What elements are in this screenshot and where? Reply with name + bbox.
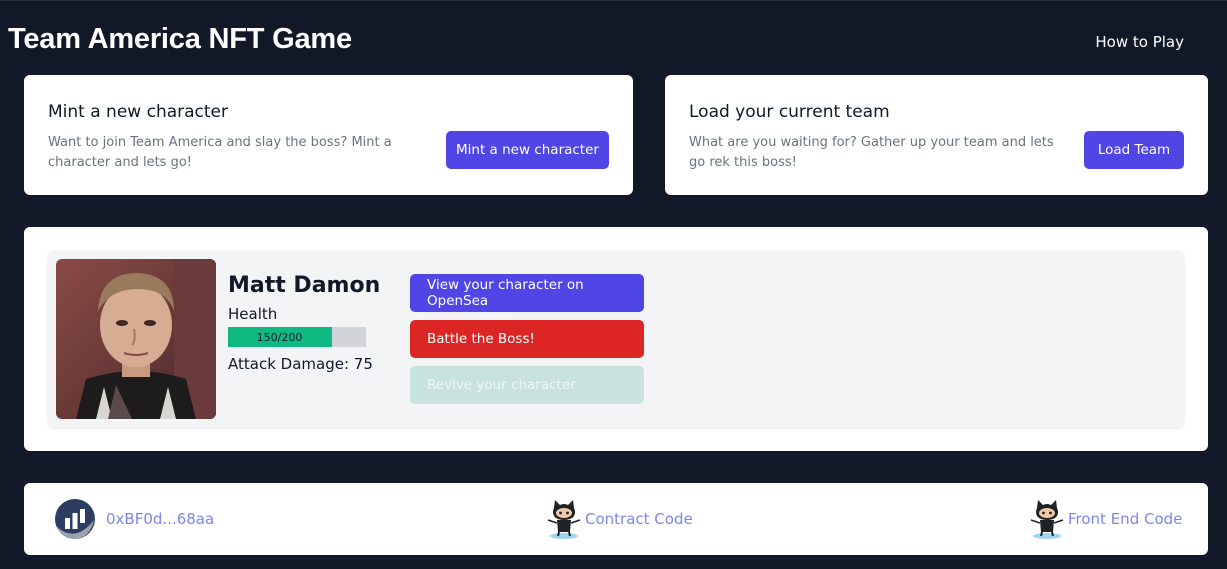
load-team-card: Load your current team What are you wait…: [665, 75, 1208, 195]
contract-code-label: Contract Code: [585, 510, 693, 528]
mint-card-description: Want to join Team America and slay the b…: [48, 135, 392, 170]
page-title: Team America NFT Game: [8, 23, 352, 55]
revive-character-button: Revive your character: [410, 366, 644, 404]
github-octocat-icon: [1030, 500, 1064, 539]
front-end-code-link[interactable]: Front End Code: [1030, 483, 1182, 555]
how-to-play-link[interactable]: How to Play: [1095, 33, 1184, 51]
load-card-description: What are you waiting for? Gather up your…: [689, 135, 1054, 170]
wallet-link[interactable]: 0xBF0d...68aa: [54, 483, 214, 555]
front-end-code-label: Front End Code: [1068, 510, 1183, 528]
health-bar: 150/200: [228, 327, 366, 347]
footer: 0xBF0d...68aa Contract Code Front End Co…: [24, 483, 1208, 555]
wallet-logo-icon: [55, 499, 95, 539]
contract-code-link[interactable]: Contract Code: [547, 483, 693, 555]
wallet-address: 0xBF0d...68aa: [106, 510, 215, 528]
character-panel: Matt Damon Health 150/200 Attack Damage:…: [48, 251, 1184, 427]
mint-card: Mint a new character Want to join Team A…: [24, 75, 633, 195]
character-card: Matt Damon Health 150/200 Attack Damage:…: [24, 227, 1208, 451]
health-bar-text: 150/200: [256, 330, 303, 344]
health-label: Health: [228, 305, 278, 323]
character-name: Matt Damon: [228, 273, 381, 298]
mint-card-title: Mint a new character: [48, 102, 229, 122]
load-card-title: Load your current team: [689, 102, 890, 122]
load-team-button[interactable]: Load Team: [1084, 131, 1184, 169]
github-octocat-icon: [547, 500, 581, 539]
mint-character-button[interactable]: Mint a new character: [446, 131, 609, 169]
view-on-opensea-button[interactable]: View your character on OpenSea: [410, 274, 644, 312]
attack-damage: Attack Damage: 75: [228, 355, 373, 373]
battle-boss-button[interactable]: Battle the Boss!: [410, 320, 644, 358]
character-portrait: [56, 259, 216, 419]
